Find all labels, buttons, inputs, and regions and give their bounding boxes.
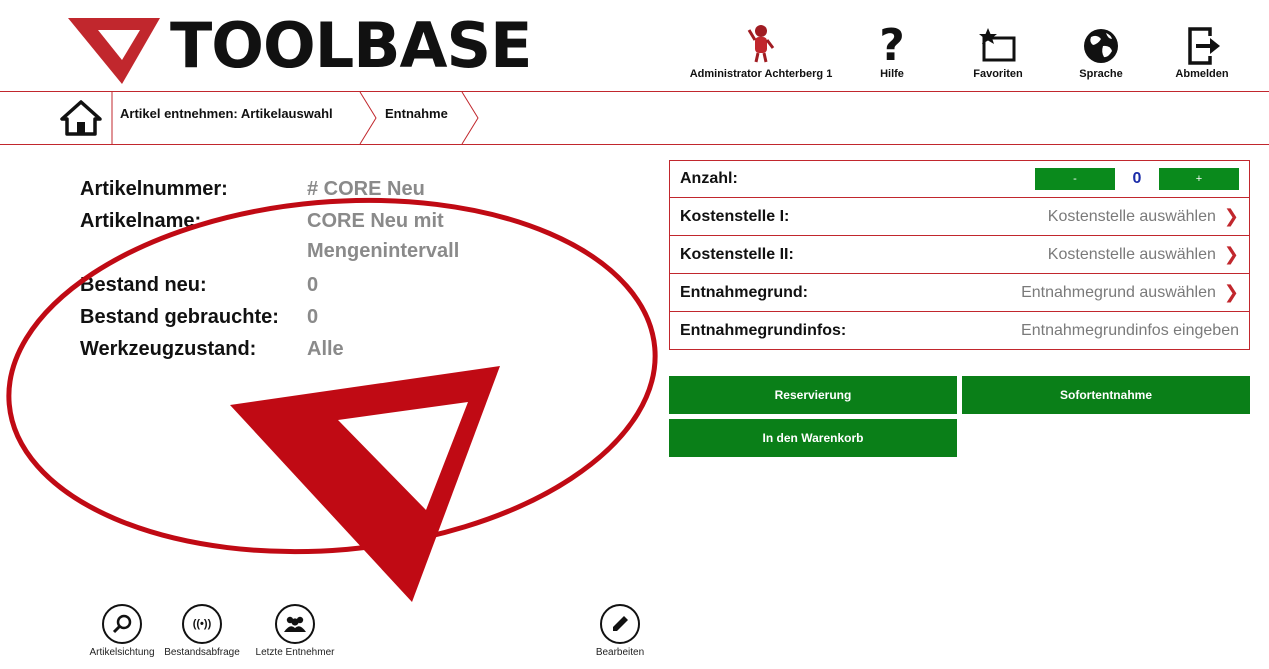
star-folder-icon bbox=[979, 28, 1016, 62]
reservation-button[interactable]: Reservierung bbox=[669, 376, 957, 414]
pencil-icon bbox=[600, 604, 640, 644]
cost-center-1-value: Kostenstelle auswählen bbox=[1047, 207, 1216, 225]
user-label: Administrator Achterberg 1 bbox=[689, 68, 833, 80]
article-view-button[interactable]: Artikelsichtung bbox=[82, 604, 162, 658]
stock-new-row: Bestand neu: 0 bbox=[80, 272, 318, 298]
edit-button[interactable]: Bearbeiten bbox=[590, 604, 650, 658]
article-view-label: Artikelsichtung bbox=[89, 647, 155, 658]
quantity-label: Anzahl: bbox=[680, 170, 738, 187]
breadcrumb: Artikel entnehmen: Artikelauswahl Entnah… bbox=[0, 92, 1269, 144]
breadcrumb-item-withdrawal[interactable]: Entnahme bbox=[385, 106, 448, 121]
last-takers-label: Letzte Entnehmer bbox=[255, 647, 335, 658]
logo-triangle-icon bbox=[68, 18, 160, 84]
withdrawal-reason-label: Entnahmegrund: bbox=[680, 283, 808, 301]
cost-center-2-value: Kostenstelle auswählen bbox=[1047, 245, 1216, 263]
quantity-row: Anzahl: - 0 + bbox=[669, 160, 1250, 198]
withdrawal-reason-info-placeholder: Entnahmegrundinfos eingeben bbox=[1021, 321, 1239, 339]
condition-row: Werkzeugzustand: Alle bbox=[80, 336, 344, 362]
withdrawal-reason-value: Entnahmegrund auswählen bbox=[1021, 283, 1216, 301]
stock-new-value: 0 bbox=[307, 274, 319, 296]
article-number-value: # CORE Neu bbox=[307, 178, 425, 200]
chevron-right-icon: ❯ bbox=[1223, 244, 1239, 264]
stock-query-label: Bestandsabfrage bbox=[164, 647, 240, 658]
chevron-right-icon: ❯ bbox=[1223, 206, 1239, 226]
user-button[interactable]: Administrator Achterberg 1 bbox=[686, 12, 836, 80]
question-mark-icon: ? bbox=[879, 20, 905, 66]
stock-used-row: Bestand gebrauchte: 0 bbox=[80, 304, 318, 330]
article-name-value-line1: CORE Neu mit bbox=[307, 210, 444, 232]
help-label: Hilfe bbox=[880, 68, 904, 80]
magnifier-icon bbox=[102, 604, 142, 644]
logout-label: Abmelden bbox=[1175, 68, 1229, 80]
globe-icon bbox=[1084, 29, 1118, 63]
favorites-label: Favoriten bbox=[973, 68, 1023, 80]
condition-value: Alle bbox=[307, 338, 344, 360]
article-name-value-line2: Mengenintervall bbox=[307, 240, 460, 262]
cost-center-1-select[interactable]: Kostenstelle I: Kostenstelle auswählen ❯ bbox=[669, 198, 1250, 236]
stock-query-button[interactable]: ((•)) Bestandsabfrage bbox=[160, 604, 244, 658]
article-name-label: Artikelname: bbox=[80, 210, 202, 232]
withdrawal-reason-info-label: Entnahmegrundinfos: bbox=[680, 321, 847, 339]
article-name-row: Artikelname: CORE Neu mit Mengeninterval… bbox=[80, 208, 459, 262]
withdrawal-reason-info-field[interactable]: Entnahmegrundinfos: Entnahmegrundinfos e… bbox=[669, 312, 1250, 350]
last-takers-button[interactable]: Letzte Entnehmer bbox=[250, 604, 340, 658]
breadcrumb-item-article-selection[interactable]: Artikel entnehmen: Artikelauswahl bbox=[120, 106, 333, 121]
stock-used-value: 0 bbox=[307, 306, 319, 328]
stock-used-label: Bestand gebrauchte: bbox=[80, 306, 279, 328]
stock-new-label: Bestand neu: bbox=[80, 274, 207, 296]
language-button[interactable]: Sprache bbox=[1076, 12, 1126, 80]
favorites-button[interactable]: Favoriten bbox=[968, 12, 1028, 80]
quantity-increment-button[interactable]: + bbox=[1159, 168, 1239, 190]
immediate-withdrawal-button[interactable]: Sofortentnahme bbox=[962, 376, 1250, 414]
withdrawal-reason-select[interactable]: Entnahmegrund: Entnahmegrund auswählen ❯ bbox=[669, 274, 1250, 312]
withdrawal-form: Anzahl: - 0 + Kostenstelle I: Kostenstel… bbox=[669, 160, 1250, 350]
logout-button[interactable]: Abmelden bbox=[1172, 12, 1232, 80]
language-label: Sprache bbox=[1079, 68, 1123, 80]
toolbase-logo: TOOLBASE bbox=[60, 6, 532, 86]
edit-label: Bearbeiten bbox=[595, 647, 645, 658]
help-button[interactable]: ? Hilfe bbox=[872, 12, 912, 80]
cost-center-2-select[interactable]: Kostenstelle II: Kostenstelle auswählen … bbox=[669, 236, 1250, 274]
add-to-cart-button[interactable]: In den Warenkorb bbox=[669, 419, 957, 457]
quantity-value: 0 bbox=[1132, 170, 1142, 187]
article-number-row: Artikelnummer: # CORE Neu bbox=[80, 176, 425, 202]
condition-label: Werkzeugzustand: bbox=[80, 338, 257, 360]
broadcast-icon: ((•)) bbox=[182, 604, 222, 644]
people-icon bbox=[275, 604, 315, 644]
cost-center-1-label: Kostenstelle I: bbox=[680, 207, 790, 225]
breadcrumb-divider bbox=[0, 144, 1269, 145]
user-mascot-icon bbox=[747, 25, 775, 63]
quantity-decrement-button[interactable]: - bbox=[1035, 168, 1115, 190]
cost-center-2-label: Kostenstelle II: bbox=[680, 245, 794, 263]
article-number-label: Artikelnummer: bbox=[80, 178, 228, 200]
logout-icon bbox=[1188, 27, 1220, 65]
svg-text:?: ? bbox=[879, 20, 905, 66]
logo-text: TOOLBASE bbox=[170, 9, 532, 82]
chevron-right-icon: ❯ bbox=[1223, 282, 1239, 302]
